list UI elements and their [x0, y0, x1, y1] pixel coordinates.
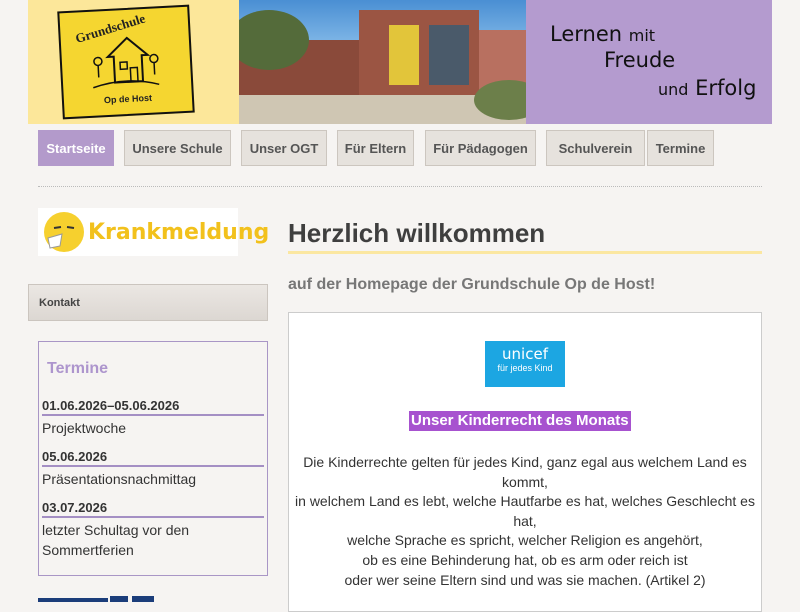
tagline-word-und: und: [658, 80, 689, 99]
sick-face-icon: [44, 212, 84, 252]
tagline-word-mit: mit: [628, 26, 656, 45]
school-logo-area[interactable]: Grundschule Op de Host: [28, 0, 239, 124]
unicef-tagline: für jedes Kind: [497, 363, 553, 373]
house-icon: [93, 36, 160, 89]
nav-item-fuer-eltern[interactable]: Für Eltern: [337, 130, 414, 166]
nav-item-unsere-schule[interactable]: Unsere Schule: [124, 130, 231, 166]
page: Grundschule Op de Host Lernen mit Freude…: [0, 0, 800, 612]
termine-widget: Termine 01.06.2026–05.06.2026 Projektwoc…: [38, 341, 268, 576]
unicef-logo[interactable]: unicef für jedes Kind: [485, 341, 565, 387]
nav-item-termine[interactable]: Termine: [647, 130, 714, 166]
paragraph-line: welche Sprache es spricht, welcher Relig…: [347, 532, 703, 549]
tagline-word-lernen: Lernen: [550, 22, 623, 46]
event-date: 03.07.2026: [42, 500, 264, 518]
event-date: 01.06.2026–05.06.2026: [42, 398, 264, 416]
nav-item-startseite[interactable]: Startseite: [38, 130, 114, 166]
paragraph-line: ob es eine Behinderung hat, ob es arm od…: [362, 551, 688, 568]
nav-item-fuer-paedagogen[interactable]: Für Pädagogen: [425, 130, 536, 166]
building-illustration: [239, 10, 526, 124]
event-text: Projektwoche: [42, 420, 127, 436]
tagline-area: Lernen mit Freude und Erfolg: [526, 0, 772, 124]
school-logo[interactable]: Grundschule Op de Host: [57, 4, 195, 120]
sidebar-next-logo-edge: [38, 596, 154, 602]
event-text: Präsentationsnachmittag: [42, 471, 197, 487]
paragraph-line: oder wer seine Eltern sind und was sie m…: [344, 571, 706, 588]
sick-face-drawing: [47, 226, 75, 249]
content-box: unicef für jedes Kind Unser Kinderrecht …: [288, 312, 762, 612]
tagline-line-2: Freude: [604, 48, 676, 72]
page-title: Herzlich willkommen: [288, 218, 546, 248]
kontakt-button[interactable]: Kontakt: [28, 284, 268, 321]
nav-item-unser-ogt[interactable]: Unser OGT: [241, 130, 327, 166]
paragraph-line: in welchem Land es lebt, welche Hautfarb…: [295, 493, 755, 529]
page-subtitle: auf der Homepage der Grundschule Op de H…: [288, 276, 656, 293]
kinderrecht-title: Unser Kinderrecht des Monats: [409, 411, 631, 431]
nav-item-schulverein[interactable]: Schulverein: [546, 130, 645, 166]
paragraph-line: Die Kinderrechte gelten für jedes Kind, …: [303, 454, 747, 490]
unicef-name: unicef: [502, 345, 548, 363]
krankmeldung-banner[interactable]: Krankmeldung: [38, 208, 269, 256]
krankmeldung-label: Krankmeldung: [88, 219, 270, 245]
kinderrecht-paragraph: Die Kinderrechte gelten für jedes Kind, …: [295, 453, 755, 590]
nav-divider: [38, 186, 762, 187]
title-underline: [288, 251, 762, 254]
tagline-line-1: Lernen mit: [550, 22, 655, 46]
tagline-line-3: und Erfolg: [658, 76, 756, 100]
event-date: 05.06.2026: [42, 449, 264, 467]
event-text: letzter Schultag vor den Sommertferien: [42, 522, 190, 558]
logo-school-subtitle: Op de Host: [103, 92, 153, 106]
school-building-photo: [239, 0, 526, 124]
termine-heading: Termine: [47, 360, 109, 377]
tagline-word-erfolg: Erfolg: [695, 76, 757, 100]
header-banner: Grundschule Op de Host Lernen mit Freude…: [28, 0, 772, 124]
